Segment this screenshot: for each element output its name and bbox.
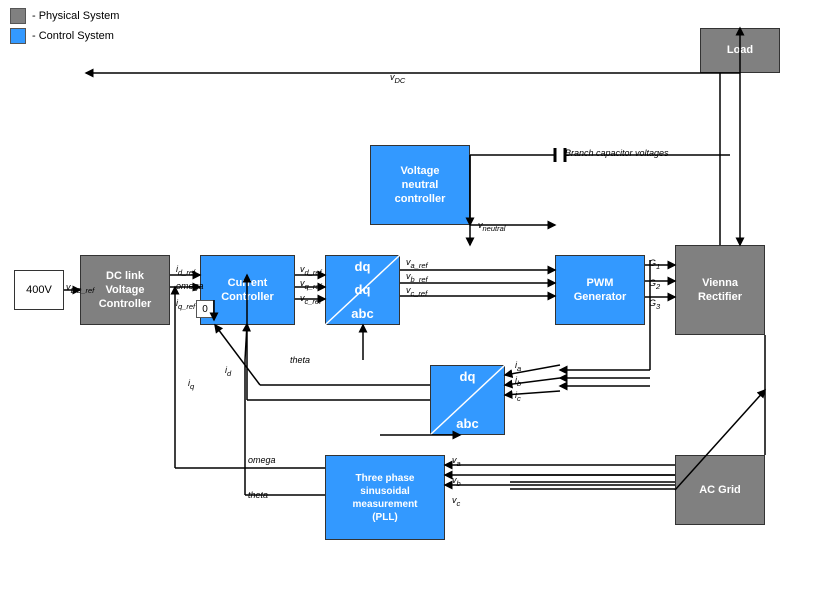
signal-ic: ic xyxy=(515,390,521,403)
legend-physical: - Physical System xyxy=(10,8,119,24)
signal-vneutral: vneutral xyxy=(478,220,505,233)
dq-abc-mid-block xyxy=(430,365,505,435)
pwm-generator-block: PWM Generator xyxy=(555,255,645,325)
dq-abc-top-block: dq xyxy=(325,255,400,325)
400v-block: 400V xyxy=(14,270,64,310)
control-legend-label: - Control System xyxy=(32,30,114,42)
signal-id-ref: id_ref xyxy=(176,264,195,277)
signal-vc: vc xyxy=(452,495,460,508)
vienna-rectifier-block: Vienna Rectifier xyxy=(675,245,765,335)
signal-va: va xyxy=(452,455,461,468)
legend-control: - Control System xyxy=(10,28,119,44)
signal-omega-bottom: omega xyxy=(248,455,276,465)
voltage-neutral-block: Voltage neutral controller xyxy=(370,145,470,225)
signal-vq-ref: vq_ref xyxy=(300,278,322,291)
signal-theta-bottom: theta xyxy=(248,490,268,500)
signal-vdc-ref: vDC_ref xyxy=(66,282,94,295)
signal-id: id xyxy=(225,365,231,378)
signal-vdc-top: vDC xyxy=(390,72,405,85)
signal-vb-ref: vb_ref xyxy=(406,271,428,284)
control-legend-box xyxy=(10,28,26,44)
signal-va-ref: va_ref xyxy=(406,257,428,270)
signal-ia: ia xyxy=(515,360,521,373)
signal-g2: G2 xyxy=(649,278,660,291)
diagram: - Physical System - Control System 400V … xyxy=(0,0,814,594)
physical-legend-box xyxy=(10,8,26,24)
signal-ib: ib xyxy=(515,375,521,388)
current-controller-block: Current Controller xyxy=(200,255,295,325)
signal-vb: vb xyxy=(452,475,461,488)
physical-legend-label: - Physical System xyxy=(32,10,119,22)
signal-vd-ref: vd_ref xyxy=(300,264,322,277)
signal-g1: G1 xyxy=(649,258,660,271)
legend: - Physical System - Control System xyxy=(10,8,119,44)
signal-g3: G3 xyxy=(649,298,660,311)
zero-box: 0 xyxy=(196,300,214,318)
three-phase-block: Three phase sinusoidal measurement (PLL) xyxy=(325,455,445,540)
signal-branch-cap: Branch capacitor voltages xyxy=(565,148,669,158)
signal-vc-ref2: vc_ref xyxy=(406,285,427,298)
signal-iq-ref: iq_ref xyxy=(176,298,195,311)
ac-grid-block: AC Grid xyxy=(675,455,765,525)
signal-theta: theta xyxy=(290,355,310,365)
load-block: Load xyxy=(700,28,780,73)
signal-omega: omega xyxy=(176,281,204,291)
signal-vc-ref: vc_ref xyxy=(300,293,321,306)
signal-iq: iq xyxy=(188,378,194,391)
